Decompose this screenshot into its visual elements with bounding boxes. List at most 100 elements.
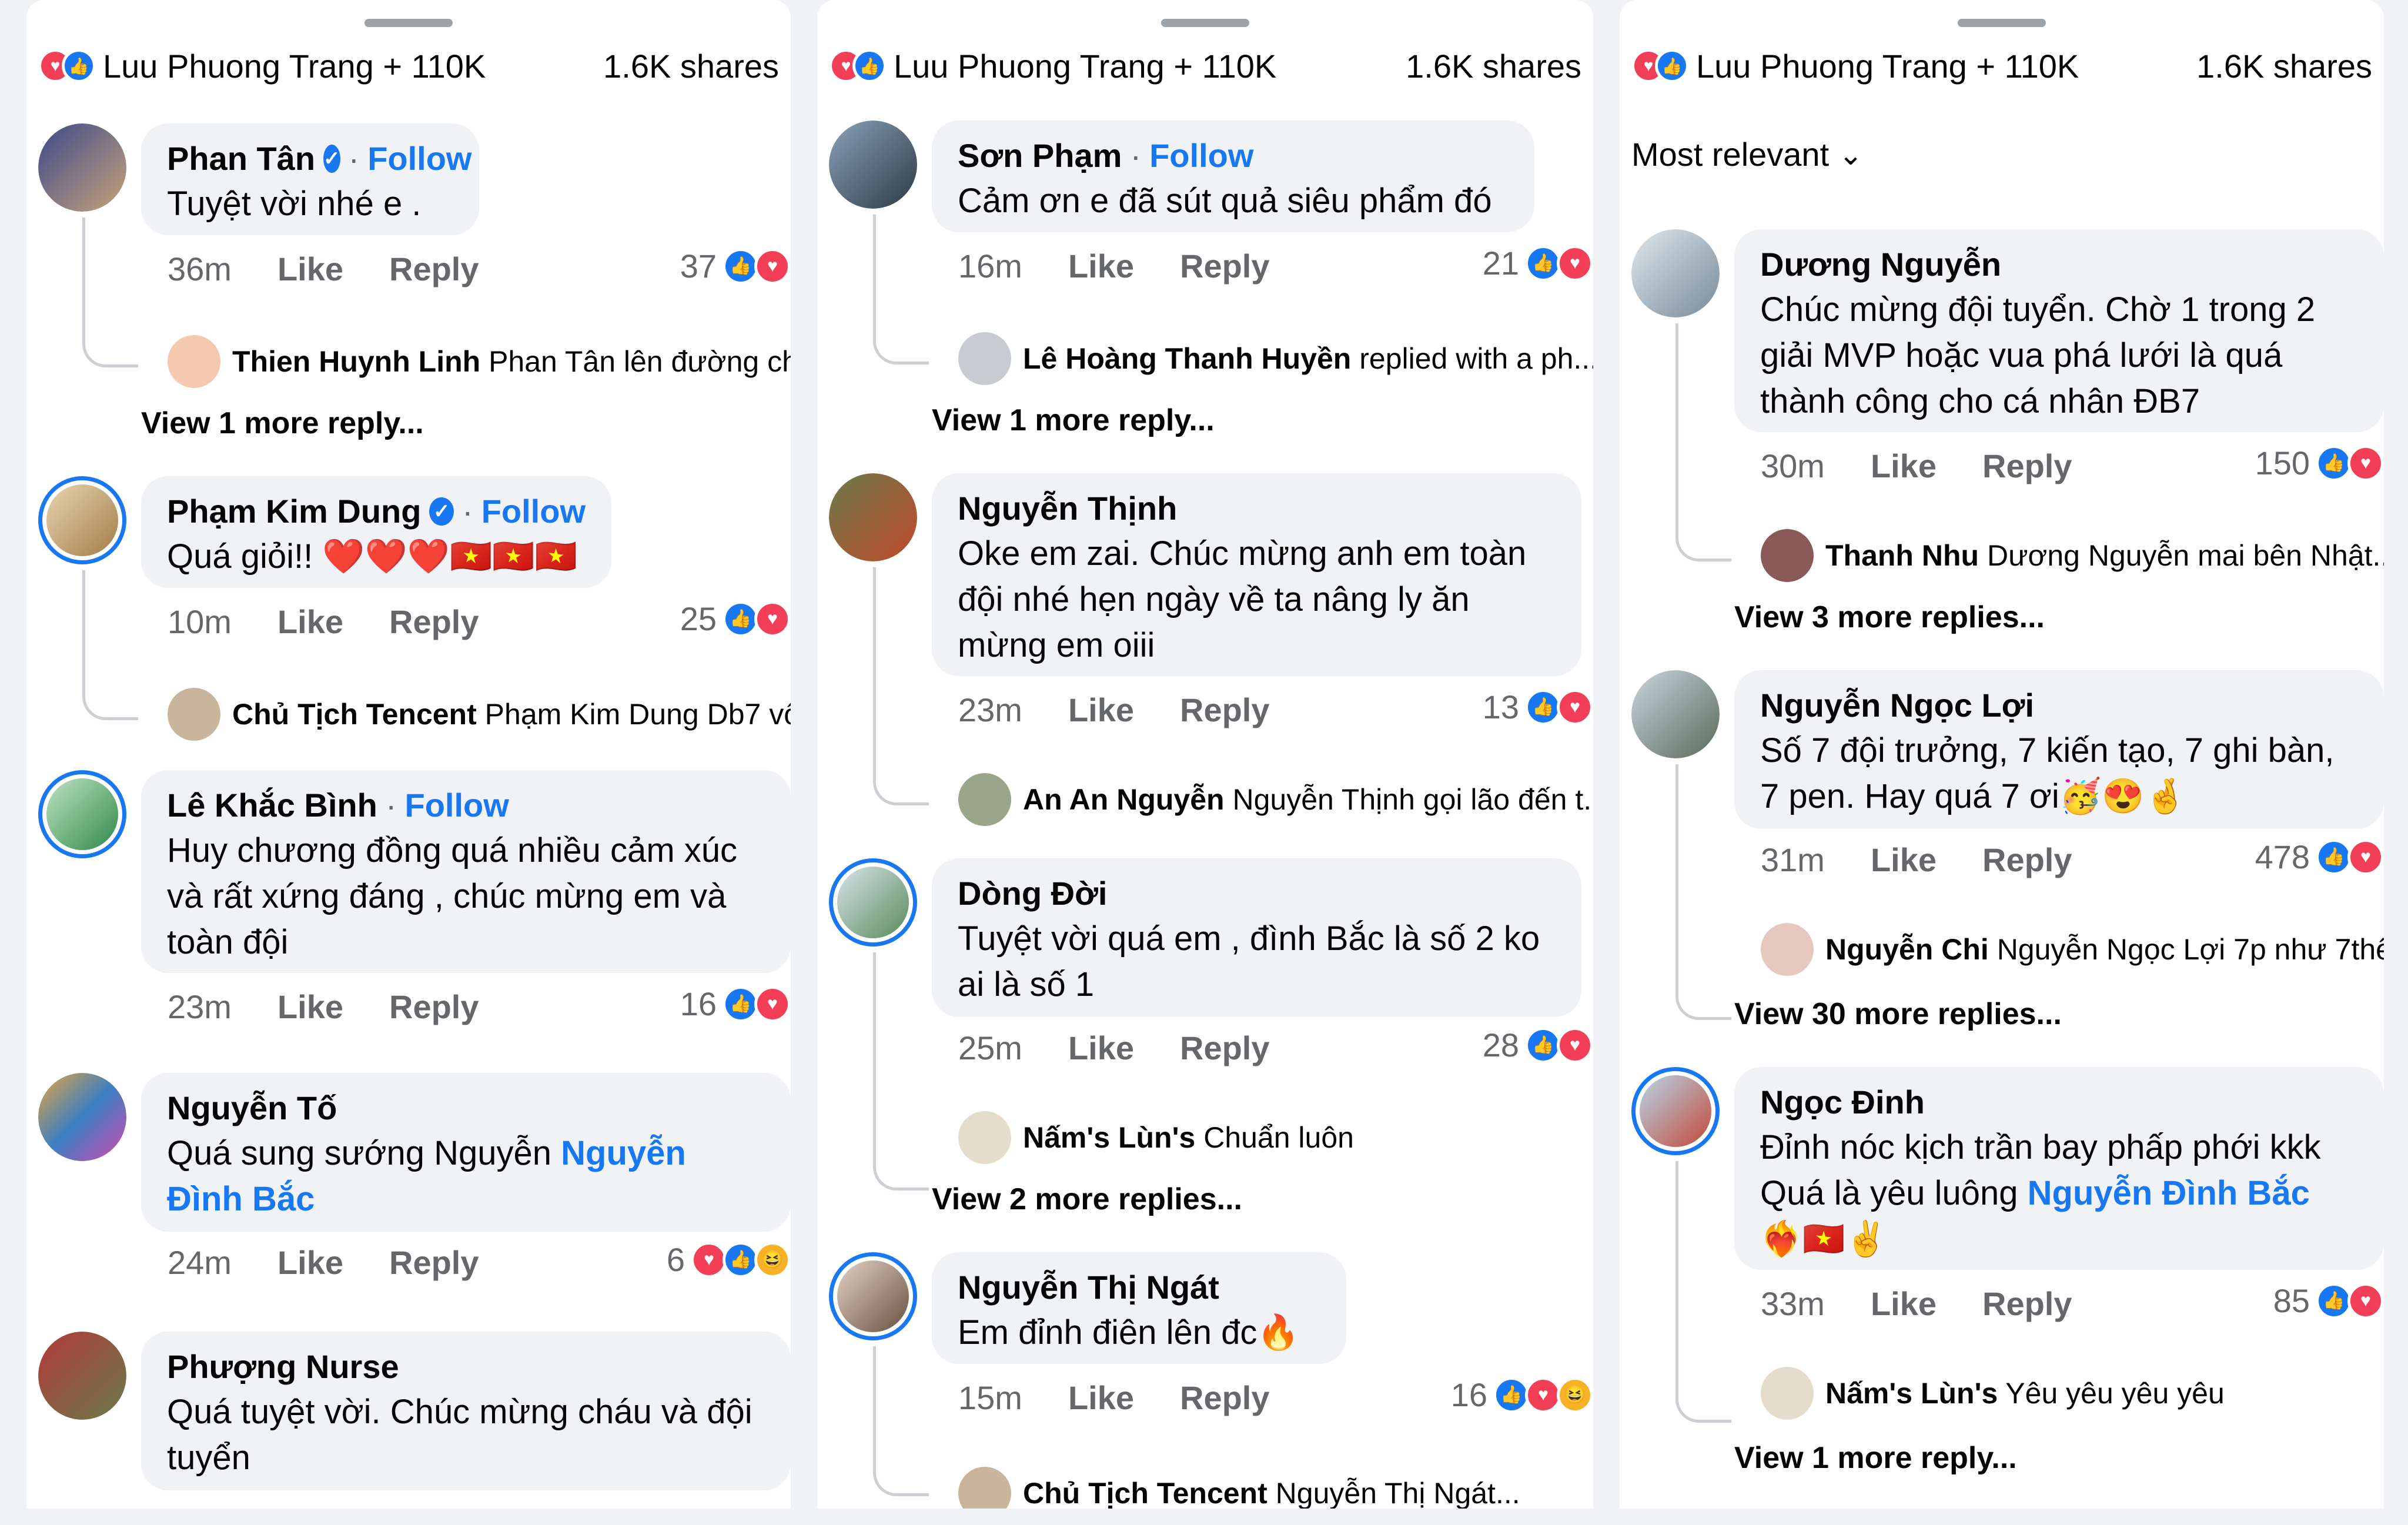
commenter-name[interactable]: Sơn Phạm	[958, 133, 1122, 178]
reply-button[interactable]: Reply	[389, 250, 479, 288]
reaction-count[interactable]: 28 👍 ♥	[1483, 1026, 1593, 1064]
follow-button[interactable]: Follow	[481, 489, 586, 534]
avatar[interactable]	[829, 858, 917, 947]
avatar[interactable]	[38, 1332, 126, 1420]
reaction-count[interactable]: 25 👍 ♥	[680, 600, 791, 638]
like-button[interactable]: Like	[1068, 1029, 1134, 1067]
drag-handle[interactable]	[1161, 19, 1249, 27]
reply-button[interactable]: Reply	[1982, 447, 2072, 485]
commenter-name[interactable]: Nguyễn Tố	[167, 1086, 337, 1131]
avatar[interactable]	[38, 123, 126, 212]
reactors-label[interactable]: Luu Phuong Trang + 110K	[894, 47, 1276, 85]
shares-count[interactable]: 1.6K shares	[2196, 47, 2372, 85]
reaction-count[interactable]: 150 👍 ♥	[2255, 444, 2384, 482]
reply-button[interactable]: Reply	[389, 603, 479, 641]
heart-icon: ♥	[2347, 838, 2384, 875]
like-button[interactable]: Like	[1871, 841, 1937, 879]
reaction-count[interactable]: 478 👍 ♥	[2255, 838, 2384, 876]
reactions-header[interactable]: ♥ 👍 Luu Phuong Trang + 110K 1.6K shares	[829, 42, 1581, 89]
commenter-name[interactable]: Nguyễn Thịnh	[958, 486, 1177, 531]
reply-preview[interactable]: Chủ Tịch Tencent Nguyễn Thị Ngát...	[958, 1467, 1520, 1509]
reaction-count[interactable]: 37 👍 ♥	[680, 247, 791, 285]
avatar[interactable]	[829, 473, 917, 561]
reply-preview[interactable]: Chủ Tịch Tencent Phạm Kim Dung Db7 vô...	[168, 688, 791, 741]
drag-handle[interactable]	[364, 19, 453, 27]
commenter-name[interactable]: Nguyễn Ngọc Lợi	[1760, 683, 2034, 728]
follow-button[interactable]: Follow	[404, 783, 509, 828]
commenter-name[interactable]: Phạm Kim Dung	[167, 489, 421, 534]
reaction-count[interactable]: 85 👍 ♥	[2273, 1282, 2384, 1320]
reaction-count-number: 21	[1482, 245, 1519, 282]
haha-icon: 😆	[1557, 1376, 1593, 1413]
commenter-name[interactable]: Ngọc Đinh	[1760, 1080, 1925, 1125]
like-button[interactable]: Like	[277, 988, 343, 1026]
reply-preview[interactable]: Nguyễn Chi Nguyễn Ngọc Lợi 7p như 7thế..…	[1761, 923, 2384, 976]
avatar[interactable]	[829, 121, 917, 209]
reaction-count[interactable]: 16 👍 ♥ 😆	[1451, 1376, 1593, 1414]
avatar[interactable]	[38, 476, 126, 564]
reply-button[interactable]: Reply	[1180, 247, 1270, 285]
reply-preview[interactable]: Lê Hoàng Thanh Huyền replied with a ph..…	[958, 332, 1593, 385]
view-more-replies[interactable]: View 2 more replies...	[932, 1182, 1242, 1217]
comment-time: 33m	[1761, 1285, 1825, 1322]
reaction-count[interactable]: 16 👍 ♥	[680, 985, 791, 1023]
mention-link[interactable]: Nguyễn Đình Bắc	[2028, 1174, 2310, 1212]
avatar	[958, 1111, 1011, 1164]
commenter-name[interactable]: Phan Tân	[167, 136, 315, 181]
comment-bubble: Phượng Nurse Quá tuyệt vời. Chúc mừng ch…	[141, 1332, 791, 1490]
sort-dropdown[interactable]: Most relevant ⌄	[1631, 135, 1863, 173]
commenter-name[interactable]: Dương Nguyễn	[1760, 242, 2001, 287]
reactors-label[interactable]: Luu Phuong Trang + 110K	[103, 47, 486, 85]
avatar[interactable]	[38, 1073, 126, 1161]
reply-snippet: Nguyễn Ngọc Lợi 7p như 7thế...	[1996, 933, 2384, 966]
avatar[interactable]	[1631, 1067, 1720, 1155]
reply-button[interactable]: Reply	[1180, 691, 1270, 729]
commenter-name[interactable]: Dòng Đời	[958, 871, 1107, 916]
comment-text: Số 7 đội trưởng, 7 kiến tạo, 7 ghi bàn, …	[1760, 731, 2335, 815]
drag-handle[interactable]	[1958, 19, 2046, 27]
reactors-label[interactable]: Luu Phuong Trang + 110K	[1696, 47, 2079, 85]
view-more-replies[interactable]: View 1 more reply...	[932, 403, 1215, 438]
view-more-replies[interactable]: View 3 more replies...	[1734, 600, 2045, 635]
reply-preview[interactable]: Thanh Nhu Dương Nguyễn mai bên Nhật...	[1761, 529, 2384, 582]
like-button[interactable]: Like	[1871, 447, 1937, 485]
reply-button[interactable]: Reply	[1180, 1029, 1270, 1067]
like-button[interactable]: Like	[1068, 247, 1134, 285]
reply-button[interactable]: Reply	[1982, 1285, 2072, 1323]
reply-preview[interactable]: Nấm's Lùn's Yêu yêu yêu yêu	[1761, 1367, 2225, 1420]
reply-button[interactable]: Reply	[389, 988, 479, 1026]
reply-preview[interactable]: Nấm's Lùn's Chuẩn luôn	[958, 1111, 1354, 1164]
comment-text: Tuyệt vời quá em , đình Bắc là số 2 ko a…	[958, 919, 1540, 1004]
like-button[interactable]: Like	[1068, 1379, 1134, 1417]
follow-button[interactable]: Follow	[1149, 133, 1253, 178]
reply-preview[interactable]: Thien Huynh Linh Phan Tân lên đường ch..…	[168, 335, 791, 388]
reply-button[interactable]: Reply	[1180, 1379, 1270, 1417]
comment: Nguyễn Tố Quá sung sướng Nguyễn Nguyễn Đ…	[38, 1073, 791, 1296]
shares-count[interactable]: 1.6K shares	[1406, 47, 1581, 85]
commenter-name[interactable]: Phượng Nurse	[167, 1345, 399, 1389]
avatar[interactable]	[829, 1252, 917, 1340]
like-button[interactable]: Like	[277, 1243, 343, 1282]
reaction-count[interactable]: 21 👍 ♥	[1483, 244, 1593, 282]
reactions-header[interactable]: ♥ 👍 Luu Phuong Trang + 110K 1.6K shares	[1631, 42, 2372, 89]
avatar[interactable]	[38, 770, 126, 858]
commenter-name[interactable]: Lê Khắc Bình	[167, 783, 377, 828]
view-more-replies[interactable]: View 30 more replies...	[1734, 996, 2062, 1032]
reply-preview[interactable]: An An Nguyễn Nguyễn Thịnh gọi lão đến t.…	[958, 773, 1593, 826]
reaction-count[interactable]: 6 ♥ 👍 😆	[667, 1240, 791, 1279]
reactions-header[interactable]: ♥ 👍 Luu Phuong Trang + 110K 1.6K shares	[38, 42, 779, 89]
shares-count[interactable]: 1.6K shares	[603, 47, 779, 85]
view-more-replies[interactable]: View 1 more reply...	[141, 406, 424, 441]
reply-button[interactable]: Reply	[389, 1243, 479, 1282]
follow-button[interactable]: Follow	[367, 136, 471, 181]
view-more-replies[interactable]: View 1 more reply...	[1734, 1440, 2017, 1476]
reaction-count[interactable]: 13 👍 ♥	[1483, 688, 1593, 726]
avatar[interactable]	[1631, 670, 1720, 758]
like-button[interactable]: Like	[1871, 1285, 1937, 1323]
avatar[interactable]	[1631, 229, 1720, 317]
like-button[interactable]: Like	[1068, 691, 1134, 729]
reply-button[interactable]: Reply	[1982, 841, 2072, 879]
commenter-name[interactable]: Nguyễn Thị Ngát	[958, 1265, 1219, 1310]
like-button[interactable]: Like	[277, 250, 343, 288]
like-button[interactable]: Like	[277, 603, 343, 641]
